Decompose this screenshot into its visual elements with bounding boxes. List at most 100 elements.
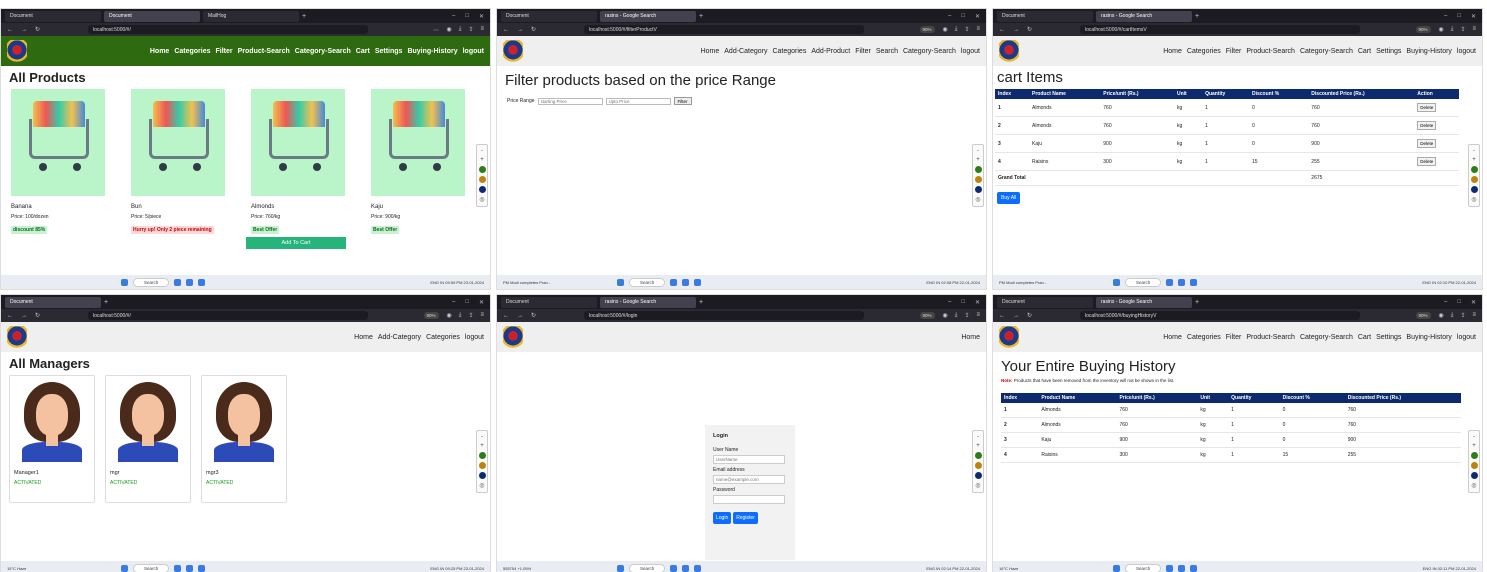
pocket-icon[interactable]: ◉ — [943, 312, 948, 319]
zoom-out-icon[interactable]: - — [977, 434, 979, 440]
menu-icon[interactable]: ≡ — [480, 312, 484, 319]
nav-category-search[interactable]: Category-Search — [1300, 334, 1353, 341]
reset-icon[interactable]: ◎ — [975, 196, 980, 203]
app-icon[interactable] — [186, 278, 194, 286]
taskbar-clock[interactable]: ENG IN 02:08 PM 22-01-2024 — [926, 280, 980, 285]
nav-home[interactable]: Home — [354, 334, 373, 341]
windows-start-icon[interactable] — [617, 564, 624, 572]
store-logo-icon[interactable] — [999, 40, 1019, 62]
back-icon[interactable]: ← — [503, 27, 509, 33]
store-logo-icon[interactable] — [7, 40, 27, 62]
nav-logout[interactable]: logout — [463, 48, 484, 55]
nav-category-search[interactable]: Category-Search — [1300, 48, 1353, 55]
delete-button[interactable]: Delete — [1417, 103, 1437, 112]
taskbar-clock[interactable]: ENG IN 02:11 PM 22-01-2024 — [1423, 566, 1476, 571]
app-icon[interactable] — [1190, 564, 1198, 572]
download-icon[interactable]: ⤓ — [459, 26, 462, 33]
delete-button[interactable]: Delete — [1417, 157, 1437, 166]
back-icon[interactable]: ← — [503, 313, 509, 319]
color-dot[interactable] — [974, 462, 982, 469]
zoom-in-icon[interactable]: + — [976, 157, 980, 163]
color-dot[interactable] — [478, 452, 486, 459]
manager-card[interactable]: Manager1 ACTIVATED — [9, 375, 95, 503]
close-icon[interactable]: ✕ — [479, 299, 484, 306]
taskbar-clock[interactable]: ENG IN 09:25 PM 23-01-2024 — [430, 566, 484, 571]
nav-buying-history[interactable]: Buying-History — [1406, 48, 1452, 55]
app-icon[interactable] — [682, 564, 690, 572]
app-icon[interactable] — [694, 278, 702, 286]
pocket-icon[interactable]: ◉ — [447, 312, 452, 319]
browser-tab-active[interactable]: rasins - Google Search — [600, 10, 696, 22]
close-icon[interactable]: ✕ — [1471, 13, 1476, 20]
windows-start-icon[interactable] — [121, 278, 128, 286]
close-icon[interactable]: ✕ — [1471, 299, 1476, 306]
share-icon[interactable]: ⇪ — [964, 312, 969, 319]
app-icon[interactable] — [174, 278, 182, 286]
color-dot[interactable] — [974, 166, 982, 173]
delete-button[interactable]: Delete — [1417, 139, 1437, 148]
nav-cart[interactable]: Cart — [356, 48, 370, 55]
nav-product-search[interactable]: Product-Search — [1246, 334, 1295, 341]
new-tab-icon[interactable]: + — [1195, 299, 1199, 306]
nav-product-search[interactable]: Product-Search — [1246, 48, 1295, 55]
buy-all-button[interactable]: Buy All — [997, 192, 1021, 204]
browser-tab[interactable]: Document — [997, 10, 1093, 22]
reload-icon[interactable]: ↻ — [531, 312, 536, 319]
new-tab-icon[interactable]: + — [1195, 13, 1199, 20]
reload-icon[interactable]: ↻ — [35, 312, 40, 319]
download-icon[interactable]: ⤓ — [955, 312, 958, 319]
color-dot[interactable] — [974, 452, 982, 459]
delete-button[interactable]: Delete — [1417, 121, 1437, 130]
color-dot[interactable] — [1470, 472, 1478, 479]
nav-home[interactable]: Home — [1163, 334, 1182, 341]
nav-category-search[interactable]: Category-Search — [295, 48, 351, 55]
pocket-icon[interactable]: ◉ — [943, 26, 948, 33]
pocket-icon[interactable]: ◉ — [1439, 26, 1444, 33]
maximize-icon[interactable]: □ — [961, 299, 965, 306]
address-field[interactable]: localhost:5000/#/ — [88, 25, 369, 34]
nav-logout[interactable]: logout — [961, 48, 980, 55]
forward-icon[interactable]: → — [517, 27, 523, 33]
back-icon[interactable]: ← — [7, 27, 13, 33]
menu-icon[interactable]: ≡ — [976, 312, 980, 319]
download-icon[interactable]: ⤓ — [459, 312, 462, 319]
username-input[interactable] — [713, 455, 785, 464]
reset-icon[interactable]: ◎ — [1471, 482, 1476, 489]
nav-logout[interactable]: logout — [465, 334, 484, 341]
color-dot[interactable] — [974, 186, 982, 193]
app-icon[interactable] — [682, 278, 690, 286]
nav-categories[interactable]: Categories — [772, 48, 806, 55]
nav-logout[interactable]: logout — [1457, 334, 1476, 341]
start-price-input[interactable] — [537, 97, 603, 105]
color-dot[interactable] — [478, 186, 486, 193]
color-dot[interactable] — [1470, 176, 1478, 183]
maximize-icon[interactable]: □ — [465, 299, 469, 306]
pocket-icon[interactable]: ◉ — [447, 26, 452, 33]
nav-categories[interactable]: Categories — [1187, 334, 1221, 341]
taskbar-widget[interactable]: 16°C Haze — [999, 566, 1069, 571]
windows-start-icon[interactable] — [1113, 564, 1120, 572]
app-icon[interactable] — [198, 278, 206, 286]
browser-tab-active[interactable]: rasins - Google Search — [600, 296, 696, 308]
nav-settings[interactable]: Settings — [1376, 48, 1401, 55]
reload-icon[interactable]: ↻ — [35, 26, 40, 33]
taskbar-widget[interactable]: 555754 +1.05% — [503, 566, 573, 571]
nav-filter[interactable]: Filter — [1226, 48, 1242, 55]
minimize-icon[interactable]: – — [1444, 299, 1447, 306]
taskbar-search[interactable]: Search — [1125, 563, 1162, 572]
color-dot[interactable] — [1470, 186, 1478, 193]
nav-home[interactable]: Home — [1163, 48, 1182, 55]
zoom-out-icon[interactable]: - — [977, 148, 979, 154]
browser-tab-active[interactable]: Document — [104, 10, 200, 22]
browser-tab[interactable]: Document — [501, 296, 597, 308]
store-logo-icon[interactable] — [503, 326, 523, 348]
nav-logout[interactable]: logout — [1457, 48, 1476, 55]
nav-filter[interactable]: Filter — [216, 48, 233, 55]
back-icon[interactable]: ← — [999, 313, 1005, 319]
color-dot[interactable] — [1470, 462, 1478, 469]
forward-icon[interactable]: → — [1013, 313, 1019, 319]
share-icon[interactable]: ⇪ — [1460, 312, 1465, 319]
address-field[interactable]: localhost:5000/#/filterProductV — [584, 25, 865, 34]
taskbar-clock[interactable]: ENG IN 02:10 PM 22-01-2024 — [1422, 280, 1476, 285]
browser-tab-active[interactable]: rasins - Google Search — [1096, 296, 1192, 308]
